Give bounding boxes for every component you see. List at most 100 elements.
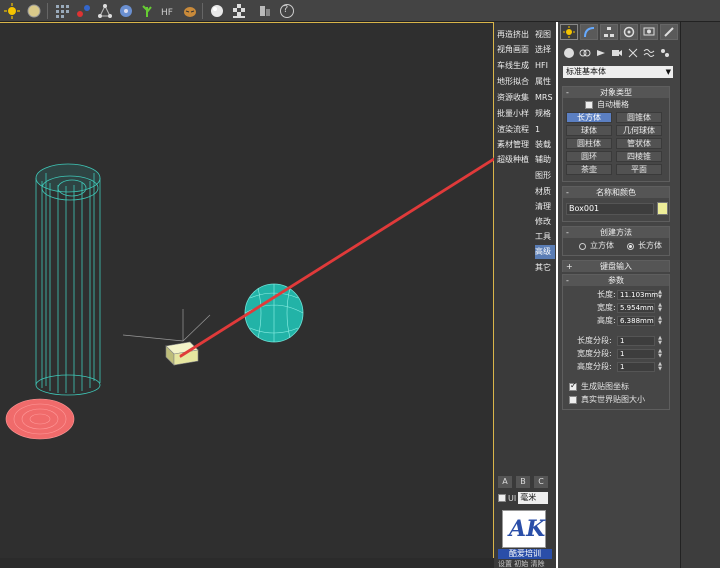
length-segs-input[interactable]: 1 — [617, 336, 655, 346]
perspective-viewport[interactable] — [0, 22, 494, 558]
geometry-icon[interactable] — [562, 46, 575, 59]
torus-button[interactable]: 圆环 — [566, 151, 612, 162]
plugin-button[interactable]: 属性 — [535, 75, 555, 89]
utilities-tab-icon[interactable] — [660, 24, 678, 40]
plugin-button[interactable]: 再造挤出 — [497, 28, 535, 42]
lights-icon[interactable] — [594, 46, 607, 59]
tab-a[interactable]: A — [498, 476, 512, 488]
width-segs-spinner[interactable]: ▲ ▼ — [657, 349, 663, 359]
plugin-tab[interactable]: 修改 — [535, 215, 555, 229]
slice-icon[interactable] — [255, 1, 275, 21]
teapot-button[interactable]: 茶壶 — [566, 164, 612, 175]
name-color-header[interactable]: - 名称和颜色 — [563, 187, 669, 198]
sphere-light-icon[interactable] — [24, 1, 44, 21]
shapes-icon[interactable] — [578, 46, 591, 59]
fur-icon[interactable]: HF — [158, 1, 178, 21]
unit-select[interactable]: 毫米 — [518, 492, 549, 504]
plugin-tab[interactable]: 材质 — [535, 185, 555, 199]
object-name-input[interactable]: Box001 — [566, 203, 654, 215]
plugin-button[interactable]: 素材管理 — [497, 138, 535, 152]
box001-object[interactable] — [165, 341, 199, 366]
sphere-icon[interactable] — [207, 1, 227, 21]
plugin-button[interactable]: HFI — [535, 59, 555, 73]
molecule-icon[interactable] — [95, 1, 115, 21]
systems-icon[interactable] — [658, 46, 671, 59]
plugin-button[interactable]: 渲染流程 — [497, 123, 535, 137]
real-world-map-checkbox[interactable] — [569, 396, 577, 404]
object-type-header[interactable]: - 对象类型 — [563, 87, 669, 98]
logo-caption[interactable]: 酷爱培训 — [498, 549, 552, 559]
category-dropdown[interactable]: 标准基本体 ▼ — [563, 66, 673, 78]
create-tab-icon[interactable] — [560, 24, 578, 40]
height-spinner[interactable]: ▲ ▼ — [657, 316, 663, 326]
keyboard-entry-header[interactable]: + 键盘输入 — [563, 261, 669, 272]
geosphere-object[interactable] — [244, 283, 304, 343]
length-input[interactable]: 11.103mm — [617, 290, 658, 300]
tab-c[interactable]: C — [534, 476, 548, 488]
gear-leaf-icon[interactable] — [137, 1, 157, 21]
sphere-button[interactable]: 球体 — [566, 125, 612, 136]
pyramid-button[interactable]: 四棱锥 — [616, 151, 662, 162]
plugin-button[interactable]: 视角画面 — [497, 43, 535, 57]
box-radio[interactable] — [627, 243, 634, 250]
help-icon[interactable]: ? — [277, 1, 297, 21]
panel-scrollbar-area[interactable] — [680, 22, 720, 568]
plugin-tab-bar: A B C — [498, 476, 554, 488]
plugin-button[interactable]: 装载 — [535, 138, 555, 152]
plugin-tab[interactable]: 工具 — [535, 230, 555, 244]
plugin-button[interactable]: 资源收集 — [497, 91, 535, 105]
plugin-tab[interactable]: 清理 — [535, 200, 555, 214]
cone-button[interactable]: 圆锥体 — [616, 112, 662, 123]
parameters-header[interactable]: - 参数 — [563, 275, 669, 286]
box-button[interactable]: 长方体 — [566, 112, 612, 123]
spiral-object[interactable] — [5, 398, 75, 440]
auto-grid-checkbox[interactable] — [585, 101, 593, 109]
plugin-button[interactable]: 视图 — [535, 28, 555, 42]
plugin-button[interactable]: 超级种植 — [497, 153, 535, 167]
plugin-button[interactable]: 辅助 — [535, 153, 555, 167]
width-spinner[interactable]: ▲ ▼ — [657, 303, 663, 313]
length-segs-spinner[interactable]: ▲ ▼ — [657, 336, 663, 346]
cube-radio[interactable] — [579, 243, 586, 250]
particles-icon[interactable] — [74, 1, 94, 21]
modify-tab-icon[interactable] — [580, 24, 598, 40]
color-swatch[interactable] — [657, 202, 668, 215]
plugin-button[interactable]: 批量小样 — [497, 107, 535, 121]
compass-icon[interactable] — [116, 1, 136, 21]
plugin-tab[interactable]: 其它 — [535, 261, 555, 275]
cylinder-button[interactable]: 圆柱体 — [566, 138, 612, 149]
cameras-icon[interactable] — [610, 46, 623, 59]
gen-map-coords-checkbox[interactable] — [569, 381, 577, 391]
plane-button[interactable]: 平面 — [616, 164, 662, 175]
grid-icon[interactable] — [52, 1, 72, 21]
tiger-icon[interactable] — [180, 1, 200, 21]
motion-tab-icon[interactable] — [620, 24, 638, 40]
hierarchy-tab-icon[interactable] — [600, 24, 618, 40]
plugin-button[interactable]: 车线生成 — [497, 59, 535, 73]
width-segs-input[interactable]: 1 — [617, 349, 655, 359]
plugin-button[interactable]: 1 — [535, 123, 555, 137]
display-tab-icon[interactable] — [640, 24, 658, 40]
height-segs-input[interactable]: 1 — [617, 362, 655, 372]
ui-checkbox[interactable] — [498, 494, 506, 502]
height-input[interactable]: 6.388mm — [617, 316, 655, 326]
height-segs-spinner[interactable]: ▲ ▼ — [657, 362, 663, 372]
length-spinner[interactable]: ▲ ▼ — [657, 290, 663, 300]
sun-icon[interactable] — [2, 1, 22, 21]
tube-button[interactable]: 管状体 — [616, 138, 662, 149]
geosphere-button[interactable]: 几何球体 — [616, 125, 662, 136]
plugin-button[interactable]: 选择 — [535, 43, 555, 57]
helpers-icon[interactable] — [626, 46, 639, 59]
plugin-tab[interactable]: 图形 — [535, 169, 555, 183]
creation-method-header[interactable]: - 创建方法 — [563, 227, 669, 238]
plugin-button[interactable]: 地形拟合 — [497, 75, 535, 89]
width-input[interactable]: 5.954mm — [617, 303, 655, 313]
plugin-tab-active[interactable]: 高级 — [535, 245, 555, 259]
tab-b[interactable]: B — [516, 476, 530, 488]
checkerboard-icon[interactable] — [229, 1, 249, 21]
cylinder-object[interactable] — [35, 163, 101, 396]
plugin-button[interactable]: MRS — [535, 91, 555, 105]
creation-method-title: 创建方法 — [600, 228, 632, 237]
plugin-button[interactable]: 规格 — [535, 107, 555, 121]
spacewarps-icon[interactable] — [642, 46, 655, 59]
